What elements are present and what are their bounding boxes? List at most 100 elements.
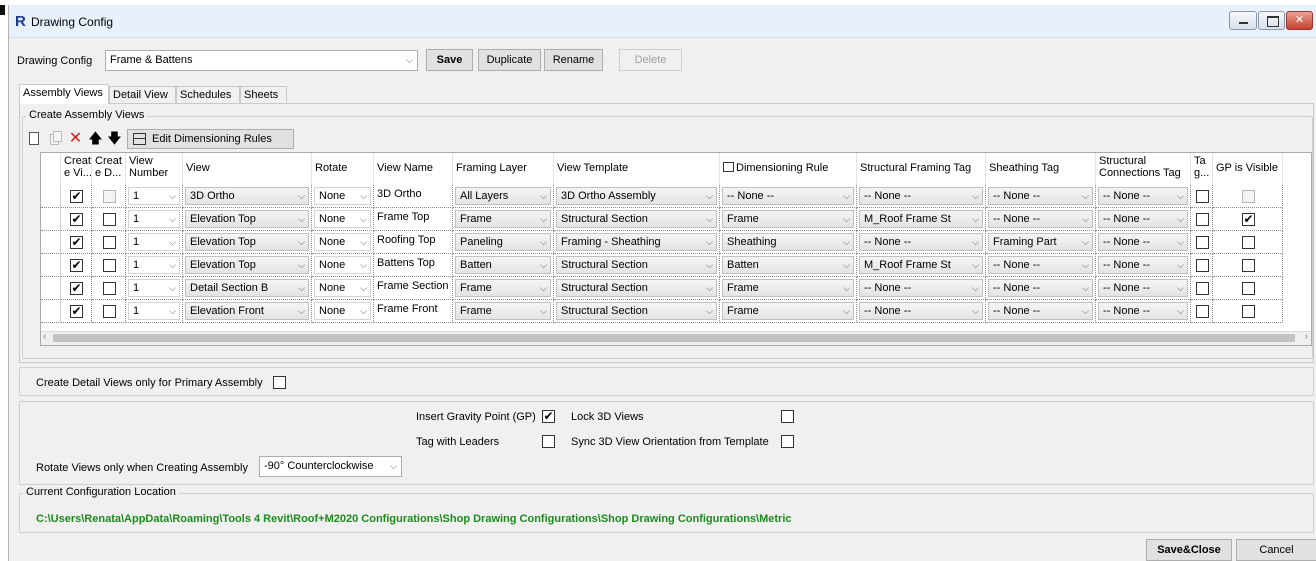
tag-checkbox[interactable] xyxy=(1196,236,1209,249)
gp-visible-checkbox[interactable] xyxy=(1242,259,1255,272)
cell-rotate[interactable]: None ⌵ xyxy=(312,300,374,323)
view-select[interactable]: Elevation Front ⌵ xyxy=(185,302,309,320)
create-view-checkbox[interactable]: ✔ xyxy=(70,259,83,272)
table-row[interactable]: ✔ 1 ⌵ Elevation Front ⌵ None ⌵ Frame Front Frame… xyxy=(41,300,1283,323)
view-template-select[interactable]: Framing - Sheathing ⌵ xyxy=(556,233,717,251)
scroll-right-icon[interactable]: › xyxy=(1305,331,1308,342)
sheathing-tag-select[interactable]: -- None -- ⌵ xyxy=(988,302,1093,320)
conn-tag-select[interactable]: -- None -- ⌵ xyxy=(1098,210,1188,228)
row-header[interactable] xyxy=(41,254,61,277)
create-detail-checkbox[interactable] xyxy=(103,236,116,249)
column-header[interactable]: Framing Layer xyxy=(453,153,554,185)
column-header[interactable]: View Name xyxy=(374,153,453,185)
column-header[interactable]: Creat e Vi... xyxy=(61,153,92,185)
drawing-config-select[interactable]: Frame & Battens ⌵ xyxy=(105,50,418,71)
scroll-left-icon[interactable]: ‹ xyxy=(43,331,46,342)
framing-layer-select[interactable]: Batten ⌵ xyxy=(455,256,551,274)
cell-rotate[interactable]: None ⌵ xyxy=(312,254,374,277)
row-header[interactable] xyxy=(41,277,61,300)
sf-tag-select[interactable]: M_Roof Frame St ⌵ xyxy=(859,210,983,228)
view-number-select[interactable]: 1 ⌵ xyxy=(128,302,180,320)
column-header[interactable]: GP is Visible xyxy=(1213,153,1283,185)
framing-layer-select[interactable]: All Layers ⌵ xyxy=(455,187,551,205)
tag-leaders-checkbox[interactable] xyxy=(542,435,555,448)
cell-sheathing-tag[interactable]: -- None -- ⌵ xyxy=(986,277,1096,300)
cell-view-template[interactable]: Framing - Sheathing ⌵ xyxy=(554,231,720,254)
cell-tag[interactable] xyxy=(1191,185,1213,208)
new-row-button[interactable] xyxy=(26,130,43,148)
cell-sf-tag[interactable]: M_Roof Frame St ⌵ xyxy=(857,254,986,277)
dim-rule-select[interactable]: Sheathing ⌵ xyxy=(722,233,854,251)
dim-rule-select[interactable]: Batten ⌵ xyxy=(722,256,854,274)
sheathing-tag-select[interactable]: -- None -- ⌵ xyxy=(988,279,1093,297)
cell-dim-rule[interactable]: Batten ⌵ xyxy=(720,254,857,277)
rotate-select[interactable]: None ⌵ xyxy=(314,279,371,297)
sheathing-tag-select[interactable]: -- None -- ⌵ xyxy=(988,210,1093,228)
save-close-button[interactable]: Save&Close xyxy=(1146,539,1232,561)
minimize-button[interactable] xyxy=(1229,11,1257,30)
create-detail-checkbox[interactable] xyxy=(103,282,116,295)
conn-tag-select[interactable]: -- None -- ⌵ xyxy=(1098,279,1188,297)
cell-view-number[interactable]: 1 ⌵ xyxy=(126,300,183,323)
cell-tag[interactable] xyxy=(1191,208,1213,231)
cell-create-view[interactable]: ✔ xyxy=(61,277,92,300)
tag-checkbox[interactable] xyxy=(1196,282,1209,295)
framing-layer-select[interactable]: Frame ⌵ xyxy=(455,302,551,320)
sf-tag-select[interactable]: -- None -- ⌵ xyxy=(859,302,983,320)
cell-dim-rule[interactable]: Frame ⌵ xyxy=(720,208,857,231)
cell-create-detail[interactable] xyxy=(92,277,126,300)
gp-visible-checkbox[interactable]: ✔ xyxy=(1242,213,1255,226)
column-header[interactable]: Structural Connections Tag xyxy=(1096,153,1191,185)
create-view-checkbox[interactable]: ✔ xyxy=(70,282,83,295)
cell-view[interactable]: Elevation Top ⌵ xyxy=(183,208,312,231)
horizontal-scrollbar[interactable]: ‹ › xyxy=(41,331,1311,345)
view-number-select[interactable]: 1 ⌵ xyxy=(128,187,180,205)
sync-3d-checkbox[interactable] xyxy=(781,435,794,448)
table-row[interactable]: ✔ 1 ⌵ Detail Section B ⌵ None ⌵ Frame Section Fr… xyxy=(41,277,1283,300)
cell-create-view[interactable]: ✔ xyxy=(61,254,92,277)
view-template-select[interactable]: 3D Ortho Assembly ⌵ xyxy=(556,187,717,205)
rename-button[interactable]: Rename xyxy=(544,49,603,71)
cell-gp-visible[interactable]: ✔ xyxy=(1213,208,1283,231)
cell-view[interactable]: Elevation Top ⌵ xyxy=(183,231,312,254)
create-detail-checkbox[interactable] xyxy=(103,190,116,203)
delete-button[interactable]: Delete xyxy=(619,49,682,71)
column-header[interactable]: Ta g... xyxy=(1191,153,1213,185)
sheathing-tag-select[interactable]: -- None -- ⌵ xyxy=(988,256,1093,274)
cell-view-name[interactable]: Frame Section xyxy=(374,277,453,300)
tag-checkbox[interactable] xyxy=(1196,190,1209,203)
table-row[interactable]: ✔ 1 ⌵ Elevation Top ⌵ None ⌵ Frame Top Frame ⌵ Str… xyxy=(41,208,1283,231)
column-header[interactable]: Sheathing Tag xyxy=(986,153,1096,185)
cell-view-name[interactable]: 3D Ortho xyxy=(374,185,453,208)
cell-view-template[interactable]: Structural Section ⌵ xyxy=(554,254,720,277)
gp-visible-checkbox[interactable] xyxy=(1242,305,1255,318)
row-header[interactable] xyxy=(41,208,61,231)
cell-sheathing-tag[interactable]: -- None -- ⌵ xyxy=(986,208,1096,231)
tab-schedules[interactable]: Schedules xyxy=(176,86,240,103)
maximize-button[interactable] xyxy=(1258,11,1285,30)
cell-tag[interactable] xyxy=(1191,277,1213,300)
cell-framing-layer[interactable]: All Layers ⌵ xyxy=(453,185,554,208)
column-header[interactable]: Rotate xyxy=(312,153,374,185)
close-button[interactable]: ✕ xyxy=(1286,11,1313,30)
column-header[interactable]: Structural Framing Tag xyxy=(857,153,986,185)
cell-gp-visible[interactable] xyxy=(1213,254,1283,277)
cell-framing-layer[interactable]: Paneling ⌵ xyxy=(453,231,554,254)
cell-sf-tag[interactable]: -- None -- ⌵ xyxy=(857,277,986,300)
cell-dim-rule[interactable]: Sheathing ⌵ xyxy=(720,231,857,254)
sf-tag-select[interactable]: M_Roof Frame St ⌵ xyxy=(859,256,983,274)
move-up-button[interactable]: 🡅 xyxy=(87,130,104,148)
view-number-select[interactable]: 1 ⌵ xyxy=(128,279,180,297)
create-detail-checkbox[interactable] xyxy=(103,305,116,318)
cell-view[interactable]: Elevation Front ⌵ xyxy=(183,300,312,323)
view-number-select[interactable]: 1 ⌵ xyxy=(128,210,180,228)
sf-tag-select[interactable]: -- None -- ⌵ xyxy=(859,233,983,251)
view-select[interactable]: Elevation Top ⌵ xyxy=(185,233,309,251)
framing-layer-select[interactable]: Frame ⌵ xyxy=(455,279,551,297)
conn-tag-select[interactable]: -- None -- ⌵ xyxy=(1098,302,1188,320)
cell-view[interactable]: 3D Ortho ⌵ xyxy=(183,185,312,208)
cell-framing-layer[interactable]: Frame ⌵ xyxy=(453,300,554,323)
cell-view-number[interactable]: 1 ⌵ xyxy=(126,231,183,254)
cell-sheathing-tag[interactable]: -- None -- ⌵ xyxy=(986,254,1096,277)
view-select[interactable]: Elevation Top ⌵ xyxy=(185,210,309,228)
